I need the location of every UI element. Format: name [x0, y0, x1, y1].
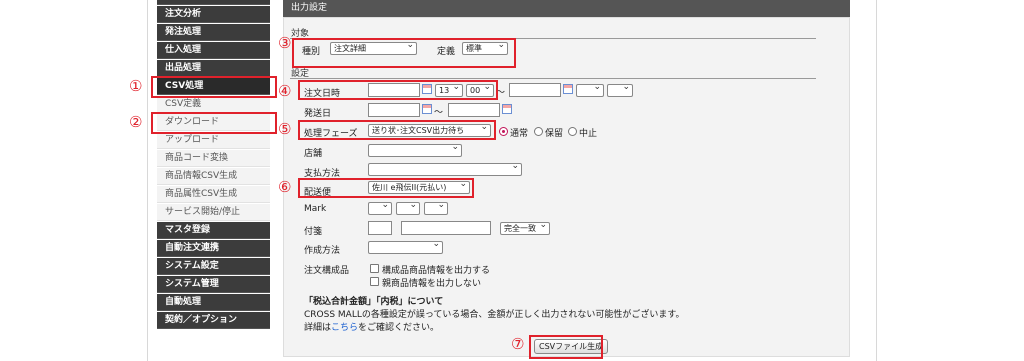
- radio-hold[interactable]: [534, 127, 543, 136]
- marker-1: ①: [129, 77, 143, 95]
- marker-5: ⑤: [278, 120, 292, 138]
- order-hour-to-select[interactable]: [576, 84, 604, 97]
- highlight-box-4: [298, 80, 498, 100]
- highlight-box-6: [298, 178, 474, 198]
- mark-select-2[interactable]: [396, 202, 420, 215]
- panel-header: 出力設定: [283, 0, 850, 17]
- frame-right-line: [876, 0, 877, 361]
- sidebar-item-attribute-csv[interactable]: 商品属性CSV生成: [157, 186, 270, 203]
- sidebar-item-stock-in[interactable]: 仕入処理: [157, 42, 270, 59]
- calendar-icon[interactable]: [502, 104, 512, 114]
- radio-hold-label: 保留: [545, 129, 564, 139]
- create-method-label: 作成方法: [304, 246, 341, 256]
- create-method-select[interactable]: [368, 241, 443, 254]
- memo-color-input[interactable]: [368, 221, 392, 235]
- radio-cancel[interactable]: [568, 127, 577, 136]
- highlight-box-7: [529, 335, 603, 359]
- ship-date-label: 発送日: [304, 109, 332, 119]
- memo-label: 付箋: [304, 227, 323, 237]
- sidebar-item-auto-order[interactable]: 自動注文連携: [157, 240, 270, 257]
- store-label: 店舗: [304, 149, 323, 159]
- marker-4: ④: [278, 82, 292, 100]
- mark-select-1[interactable]: [368, 202, 392, 215]
- checkbox-components[interactable]: [370, 264, 379, 273]
- memo-text-input[interactable]: [401, 221, 491, 235]
- checkbox-parent[interactable]: [370, 277, 379, 286]
- radio-normal[interactable]: [499, 127, 508, 136]
- components-label: 注文構成品: [304, 266, 350, 276]
- ship-date-from-input[interactable]: [368, 103, 420, 117]
- match-select[interactable]: 完全一致: [500, 222, 550, 235]
- sidebar-item-contract[interactable]: 契約／オプション: [157, 312, 270, 329]
- highlight-box-1: [151, 76, 277, 98]
- sidebar-item-system-admin[interactable]: システム管理: [157, 276, 270, 293]
- radio-normal-label: 通常: [510, 129, 529, 139]
- frame-left-line: [147, 0, 148, 361]
- calendar-icon[interactable]: [422, 104, 432, 114]
- sidebar-item-system-settings[interactable]: システム設定: [157, 258, 270, 275]
- marker-6: ⑥: [278, 178, 292, 196]
- settings-section-rule: [290, 78, 816, 79]
- store-select[interactable]: [368, 144, 462, 157]
- sidebar-item-order-analysis[interactable]: 注文分析: [157, 6, 270, 23]
- calendar-icon[interactable]: [563, 84, 573, 94]
- mark-label: Mark: [304, 204, 327, 214]
- ship-date-to-input[interactable]: [448, 103, 500, 117]
- sidebar-item-service-toggle[interactable]: サービス開始/停止: [157, 204, 270, 221]
- sidebar-item-purchase-order[interactable]: 発注処理: [157, 24, 270, 41]
- order-minute-to-select[interactable]: [607, 84, 633, 97]
- range-tilde: 〜: [434, 108, 444, 118]
- sidebar-item-code-convert[interactable]: 商品コード変換: [157, 150, 270, 167]
- sidebar-item-auto-process[interactable]: 自動処理: [157, 294, 270, 311]
- sidebar-item-product-csv[interactable]: 商品情報CSV生成: [157, 168, 270, 185]
- notice-link[interactable]: こちら: [331, 323, 358, 333]
- notice-text-b: をご確認ください。: [358, 323, 440, 333]
- order-date-to-input[interactable]: [509, 83, 561, 97]
- notice-line-1: CROSS MALLの各種設定が誤っている場合、金額が正しく出力されない可能性が…: [304, 310, 685, 320]
- highlight-box-5: [298, 120, 496, 140]
- marker-2: ②: [129, 113, 143, 131]
- highlight-box-3: [292, 38, 516, 68]
- notice-text-a: 詳細は: [304, 323, 332, 333]
- highlight-box-2: [151, 112, 277, 134]
- sidebar-item-master[interactable]: マスタ登録: [157, 222, 270, 239]
- notice-line-2: 詳細はこちらをご確認ください。: [304, 320, 439, 333]
- checkbox-parent-label: 親商品情報を出力しない: [382, 279, 482, 289]
- notice-title: 「税込合計金額」「内税」について: [304, 297, 444, 307]
- payment-select[interactable]: [368, 163, 522, 176]
- marker-7: ⑦: [511, 335, 525, 353]
- sidebar-item-upload[interactable]: アップロード: [157, 132, 270, 149]
- sidebar-item-csv-definition[interactable]: CSV定義: [157, 96, 270, 113]
- sidebar-item-partial[interactable]: [157, 0, 270, 5]
- marker-3: ③: [278, 34, 292, 52]
- mark-select-3[interactable]: [424, 202, 448, 215]
- checkbox-components-label: 構成品商品情報を出力する: [382, 266, 491, 276]
- sidebar-item-listing[interactable]: 出品処理: [157, 60, 270, 77]
- radio-cancel-label: 中止: [579, 129, 598, 139]
